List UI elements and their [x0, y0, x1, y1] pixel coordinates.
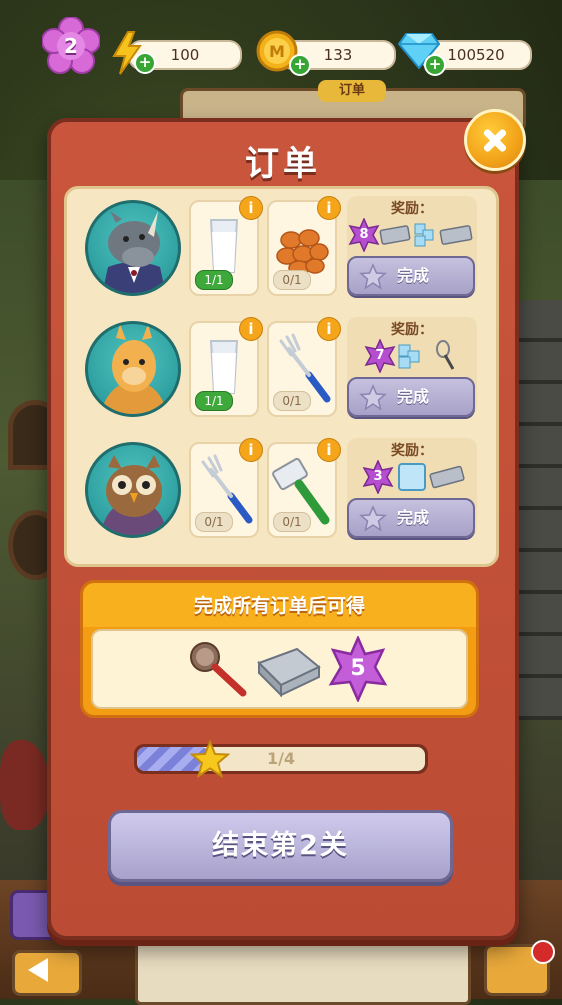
- owl-icon: [100, 455, 168, 535]
- complete-order-button[interactable]: 完成: [347, 256, 475, 296]
- order-item-slot[interactable]: i 1/1: [189, 196, 263, 296]
- alpaca-avatar: [85, 321, 181, 417]
- end-level-label: 结束第2关: [212, 830, 349, 861]
- add-gems-button[interactable]: +: [424, 54, 446, 76]
- background-stone-pillar: [517, 300, 562, 720]
- level-badge: 2: [42, 17, 100, 75]
- progress-track: 1/4: [137, 747, 425, 771]
- svg-text:M: M: [269, 42, 285, 61]
- order-item-slot[interactable]: i 0/1: [267, 196, 341, 296]
- orders-progress-bar: 1/4: [134, 744, 428, 774]
- order-item-slot[interactable]: i 0/1: [267, 438, 341, 538]
- add-energy-button[interactable]: +: [134, 52, 156, 74]
- rhino-icon: [102, 211, 166, 293]
- bonus-rewards: 5: [91, 629, 468, 709]
- order-item-slot[interactable]: i 0/1: [267, 317, 341, 417]
- strainer-icon: [190, 642, 247, 697]
- star-icon: [359, 263, 387, 290]
- reward-items-icon: [398, 340, 455, 370]
- bonus-title: 完成所有订单后可得: [193, 595, 365, 617]
- complete-order-button[interactable]: 完成: [347, 498, 475, 538]
- item-count: 0/1: [273, 391, 311, 411]
- reward-label: 奖励：: [391, 443, 433, 459]
- info-icon[interactable]: i: [317, 317, 341, 341]
- item-count: 1/1: [195, 270, 233, 290]
- alpaca-icon: [100, 324, 168, 414]
- order-item-slot[interactable]: i 1/1: [189, 317, 263, 417]
- item-count: 0/1: [195, 512, 233, 532]
- order-row: i 1/1 i 0/1 奖励： 8 完成: [67, 189, 502, 301]
- end-level-button[interactable]: 结束第2关: [108, 810, 453, 882]
- all-orders-bonus: 完成所有订单后可得 5: [80, 580, 479, 718]
- reward-items-icon: [398, 463, 465, 491]
- level-number: 2: [64, 34, 78, 58]
- item-count: 1/1: [195, 391, 233, 411]
- complete-order-button[interactable]: 完成: [347, 377, 475, 417]
- reward-box: 奖励： 8 完成: [347, 196, 477, 296]
- silverware-tray-icon: [257, 647, 321, 697]
- reward-box: 奖励： 7 完成: [347, 317, 477, 417]
- owl-avatar: [85, 442, 181, 538]
- reward-star-count: 7: [375, 348, 385, 363]
- item-count: 0/1: [273, 270, 311, 290]
- reward-star-count: 8: [359, 227, 369, 242]
- back-arrow-icon: [28, 958, 48, 982]
- background-order-tab: 订单: [318, 80, 386, 102]
- complete-label: 完成: [397, 266, 430, 285]
- info-icon[interactable]: i: [317, 196, 341, 220]
- bottom-tray: [135, 940, 471, 1005]
- reward-items-icon: [379, 223, 473, 247]
- order-row: i 0/1 i 0/1 奖励： 3 完成: [67, 431, 502, 543]
- rhino-avatar: [85, 200, 181, 296]
- reward-label: 奖励：: [391, 201, 433, 217]
- info-icon[interactable]: i: [239, 196, 263, 220]
- add-coins-button[interactable]: +: [289, 54, 311, 76]
- close-button[interactable]: [464, 109, 526, 171]
- complete-label: 完成: [397, 387, 430, 406]
- progress-label: 1/4: [266, 749, 296, 768]
- info-icon[interactable]: i: [239, 438, 263, 462]
- notification-dot: [531, 940, 555, 964]
- reward-star-count: 3: [373, 469, 383, 484]
- info-icon[interactable]: i: [239, 317, 263, 341]
- orders-list: i 1/1 i 0/1 奖励： 8 完成 i 1/1 i 0/1 奖励： 7 完…: [64, 186, 499, 567]
- order-item-slot[interactable]: i 0/1: [189, 438, 263, 538]
- star-icon: [359, 505, 387, 532]
- bonus-star-count: 5: [350, 656, 366, 681]
- reward-label: 奖励：: [391, 322, 433, 338]
- item-count: 0/1: [273, 512, 311, 532]
- modal-title: 订单: [245, 144, 321, 184]
- info-icon[interactable]: i: [317, 438, 341, 462]
- reward-box: 奖励： 3 完成: [347, 438, 477, 538]
- complete-label: 完成: [397, 508, 430, 527]
- star-icon: [359, 384, 387, 411]
- order-row: i 1/1 i 0/1 奖励： 7 完成: [67, 310, 502, 422]
- gold-star-icon: [190, 740, 230, 778]
